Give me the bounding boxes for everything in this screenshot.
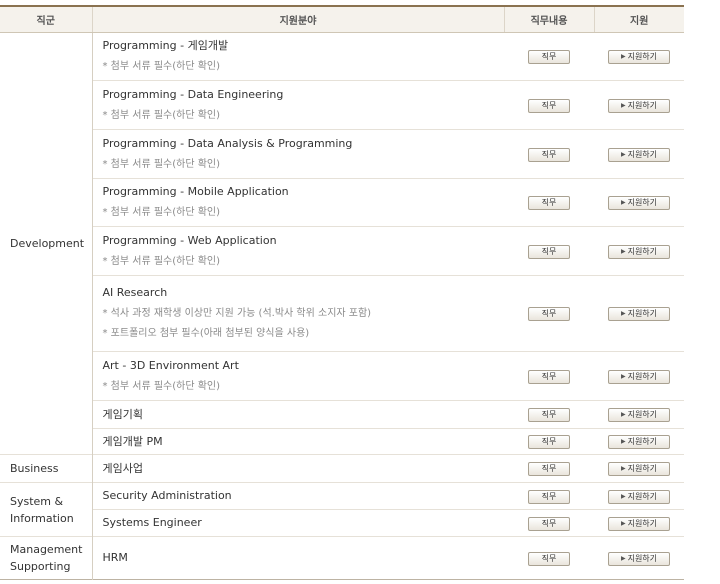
apply-button[interactable]: ▶ 지원하기 [608, 489, 670, 504]
apply-button[interactable]: ▶ 지원하기 [608, 435, 670, 449]
duty-button[interactable]: 직무 [528, 307, 570, 321]
apply-button[interactable]: ▶ 지원하기 [608, 98, 670, 113]
position-cell: Programming - Web Application * 첨부 서류 필수… [92, 226, 504, 276]
position-title: 게임기획 [102, 407, 143, 421]
apply-button[interactable]: ▶ 지원하기 [608, 551, 670, 566]
play-arrow-icon: ▶ [620, 519, 626, 527]
table-row: Business 게임사업 직무 ▶ 지원하기 [0, 454, 684, 483]
duty-button[interactable]: 직무 [528, 196, 570, 210]
play-arrow-icon: ▶ [620, 53, 626, 60]
position-cell: Security Administration [92, 482, 504, 510]
position-title: Security Administration [102, 489, 232, 502]
table-row: Systems Engineer 직무 ▶ 지원하기 [0, 509, 684, 537]
play-arrow-icon: ▶ [620, 247, 626, 255]
position-cell: 게임기획 [92, 400, 504, 429]
table-row: Programming - Data Analysis & Programmin… [0, 129, 684, 179]
duty-button[interactable]: 직무 [528, 98, 570, 113]
position-title: Programming - Mobile Application [102, 185, 289, 198]
category-system-information: System & Information [0, 482, 93, 537]
position-note: * 첨부 서류 필수(하단 확인) [102, 207, 221, 218]
play-arrow-icon: ▶ [620, 199, 626, 206]
duty-button[interactable]: 직무 [528, 369, 570, 384]
play-arrow-icon: ▶ [620, 438, 626, 445]
table-row: Development Programming - 게임개발 * 첨부 서류 필… [0, 32, 684, 455]
table-row: Management Supporting HRM 직무 ▶ 지원하기 [0, 536, 684, 580]
category-management-supporting: Management Supporting [0, 536, 93, 580]
header-apply: 지원 [593, 6, 684, 33]
play-arrow-icon: ▶ [620, 150, 626, 158]
table-header: 직군 지원분야 직무내용 지원 [0, 6, 684, 33]
play-arrow-icon: ▶ [620, 492, 626, 500]
duty-button[interactable]: 직무 [528, 551, 570, 566]
play-arrow-icon: ▶ [620, 554, 626, 562]
position-title: 게임사업 [102, 461, 143, 475]
category-business: Business [0, 454, 93, 483]
position-title: Systems Engineer [102, 516, 202, 529]
position-note: * 석사 과정 재학생 이상만 지원 가능 (석.박사 학위 소지자 포함) [102, 308, 372, 319]
apply-button[interactable]: ▶ 지원하기 [608, 147, 670, 162]
apply-button[interactable]: ▶ 지원하기 [608, 408, 670, 422]
duty-button[interactable]: 직무 [528, 462, 570, 476]
position-cell: Programming - Data Analysis & Programmin… [92, 129, 504, 179]
duty-button[interactable]: 직무 [528, 489, 570, 504]
position-cell: 게임개발 PM [92, 428, 504, 455]
category-development: Development [0, 32, 93, 455]
duty-button[interactable]: 직무 [528, 147, 570, 162]
duty-button[interactable]: 직무 [528, 244, 570, 259]
play-arrow-icon: ▶ [620, 372, 626, 380]
position-title: 게임개발 PM [102, 434, 163, 448]
table-row: Programming - Mobile Application * 첨부 서류… [0, 178, 684, 227]
apply-button[interactable]: ▶ 지원하기 [608, 50, 670, 64]
play-arrow-icon: ▶ [620, 411, 626, 418]
apply-button[interactable]: ▶ 지원하기 [608, 307, 670, 321]
table-row: Programming - Web Application * 첨부 서류 필수… [0, 226, 684, 276]
position-title: Programming - Data Engineering [102, 87, 284, 101]
position-title: AI Research [102, 286, 168, 299]
duty-button[interactable]: 직무 [528, 50, 570, 64]
table-row: Programming - Data Engineering * 첨부 서류 필… [0, 80, 684, 130]
position-cell: 게임사업 [92, 454, 504, 483]
header-category: 직군 [0, 6, 92, 33]
position-cell: Systems Engineer [92, 509, 504, 537]
table-row: System & Information Security Administra… [0, 482, 684, 537]
apply-button[interactable]: ▶ 지원하기 [608, 244, 670, 259]
apply-button[interactable]: ▶ 지원하기 [608, 196, 670, 210]
position-title: Programming - 게임개발 [102, 39, 229, 52]
position-title: Art - 3D Environment Art [102, 358, 239, 372]
table-row: 게임개발 PM 직무 ▶ 지원하기 [0, 428, 684, 455]
position-title: HRM [102, 551, 128, 564]
duty-button[interactable]: 직무 [528, 516, 570, 531]
apply-button[interactable]: ▶ 지원하기 [608, 516, 670, 531]
table-row: Art - 3D Environment Art * 첨부 서류 필수(하단 확… [0, 351, 684, 401]
position-note: * 포트폴리오 첨부 필수(아래 첨부된 양식을 사용) [102, 328, 310, 339]
position-cell: Programming - 게임개발 * 첨부 서류 필수(하단 확인) [92, 32, 504, 81]
play-arrow-icon: ▶ [620, 101, 626, 109]
apply-button[interactable]: ▶ 지원하기 [608, 462, 670, 476]
table-row: 게임기획 직무 ▶ 지원하기 [0, 400, 684, 429]
position-note: * 첨부 서류 필수(하단 확인) [102, 109, 221, 121]
job-openings-table: 직군 지원분야 직무내용 지원 Development Programming … [0, 5, 684, 580]
duty-button[interactable]: 직무 [528, 408, 570, 422]
position-title: Programming - Data Analysis & Programmin… [102, 136, 353, 150]
position-cell: Programming - Data Engineering * 첨부 서류 필… [92, 80, 504, 130]
play-arrow-icon: ▶ [620, 310, 626, 317]
position-note: * 첨부 서류 필수(하단 확인) [102, 380, 221, 392]
position-cell: AI Research * 석사 과정 재학생 이상만 지원 가능 (석.박사 … [92, 275, 504, 352]
play-arrow-icon: ▶ [620, 465, 626, 472]
position-title: Programming - Web Application [102, 233, 277, 247]
apply-button[interactable]: ▶ 지원하기 [608, 369, 670, 384]
position-cell: HRM [92, 536, 504, 580]
position-note: * 첨부 서류 필수(하단 확인) [102, 255, 221, 267]
position-cell: Art - 3D Environment Art * 첨부 서류 필수(하단 확… [92, 351, 504, 401]
duty-button[interactable]: 직무 [528, 435, 570, 449]
position-note: * 첨부 서류 필수(하단 확인) [102, 61, 221, 72]
header-field: 지원분야 [91, 6, 504, 33]
header-duty: 직무내용 [503, 6, 594, 33]
table-row: AI Research * 석사 과정 재학생 이상만 지원 가능 (석.박사 … [0, 275, 684, 352]
position-cell: Programming - Mobile Application * 첨부 서류… [92, 178, 504, 227]
position-note: * 첨부 서류 필수(하단 확인) [102, 158, 221, 170]
